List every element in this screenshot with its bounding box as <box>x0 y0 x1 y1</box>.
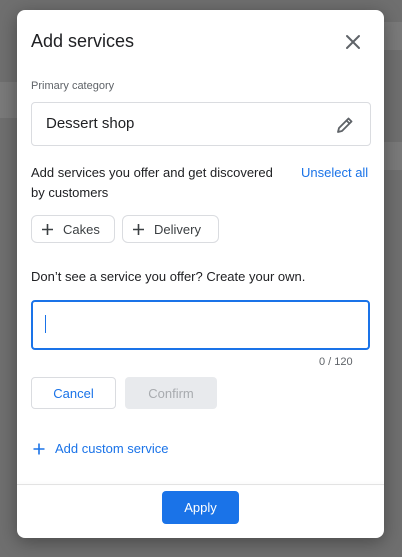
add-custom-service-button[interactable]: Add custom service <box>33 441 168 456</box>
pencil-icon[interactable] <box>334 114 356 136</box>
chip-label: Delivery <box>154 221 201 237</box>
plus-icon <box>33 443 45 454</box>
add-custom-service-label: Add custom service <box>55 441 169 456</box>
footer-divider <box>17 484 384 485</box>
plus-icon <box>42 223 53 235</box>
character-counter: 0 / 120 <box>319 356 353 368</box>
cancel-button[interactable]: Cancel <box>31 377 116 409</box>
create-own-prompt: Don’t see a service you offer? Create yo… <box>31 269 306 284</box>
confirm-button[interactable]: Confirm <box>125 377 217 409</box>
plus-icon <box>133 223 144 235</box>
text-cursor <box>45 315 46 333</box>
apply-button[interactable]: Apply <box>162 491 239 524</box>
primary-category-field[interactable]: Dessert shop <box>31 102 371 146</box>
service-chip-cakes[interactable]: Cakes <box>31 215 115 243</box>
backdrop-strip-mid <box>384 142 402 170</box>
service-chip-delivery[interactable]: Delivery <box>122 215 219 243</box>
chip-label: Cakes <box>63 221 100 237</box>
services-description: Add services you offer and get discovere… <box>31 165 273 200</box>
primary-category-value: Dessert shop <box>46 115 135 132</box>
unselect-all-link[interactable]: Unselect all <box>301 163 368 183</box>
backdrop-strip-top <box>384 22 402 50</box>
dialog-title: Add services <box>31 31 135 51</box>
custom-service-input[interactable] <box>31 300 370 350</box>
backdrop-strip-left <box>0 82 17 118</box>
add-services-dialog: Add services Primary category Dessert sh… <box>17 10 384 538</box>
primary-category-label: Primary category <box>31 80 115 92</box>
close-icon[interactable] <box>343 32 363 52</box>
